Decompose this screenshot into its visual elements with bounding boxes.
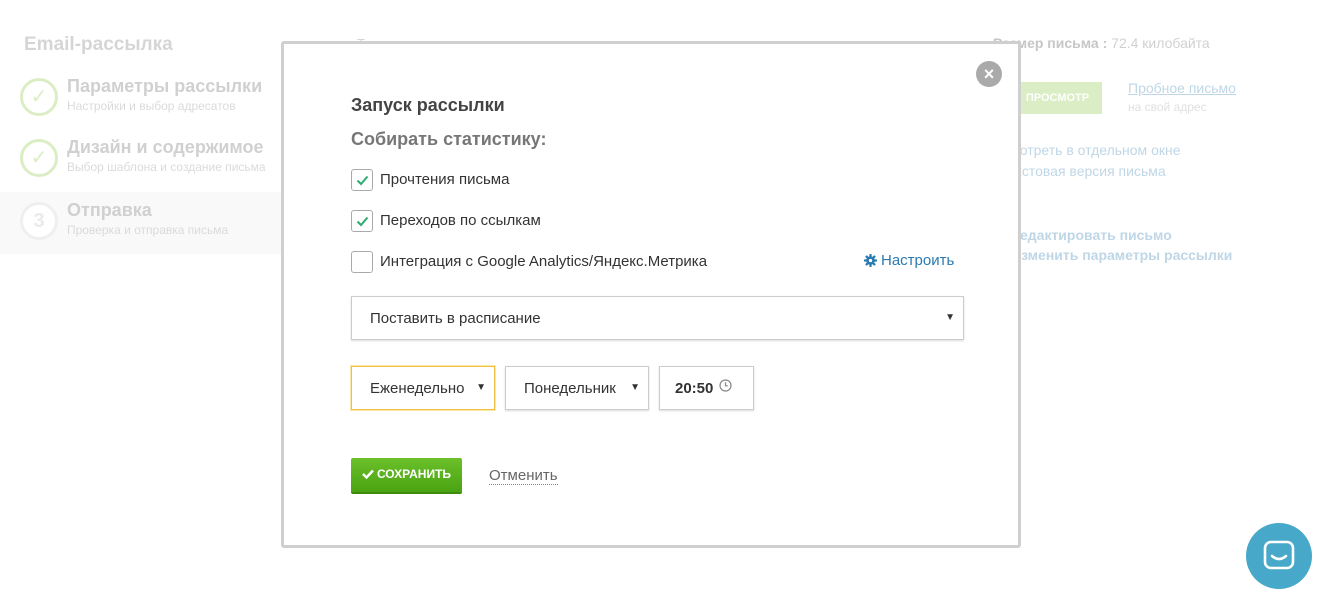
letter-size-value: 72.4 килобайта <box>1111 35 1210 51</box>
page-title: Email-рассылка <box>24 34 173 55</box>
save-button-label: СОХРАНИТЬ <box>376 467 452 481</box>
day-select[interactable]: Понедельник ▼ <box>505 366 649 410</box>
schedule-select[interactable]: Поставить в расписание ▼ <box>351 296 964 340</box>
letter-size: Размер письма : 72.4 килобайта <box>993 35 1210 51</box>
check-icon <box>362 469 374 479</box>
clicks-label: Переходов по ссылкам <box>380 212 541 229</box>
chat-icon <box>1263 540 1295 570</box>
dialog-title: Запуск рассылки <box>351 95 505 115</box>
view-window-link[interactable]: Смотреть в отдельном окне <box>1000 142 1181 158</box>
preview-button[interactable]: ПРОСМОТР <box>1013 82 1102 114</box>
step-send[interactable]: 3 Отправка Проверка и отправка письма <box>0 192 282 254</box>
chat-widget-button[interactable] <box>1246 523 1312 589</box>
step-parameters[interactable]: ✓ Параметры рассылки Настройки и выбор а… <box>0 68 282 130</box>
test-email-sub: на свой адрес <box>1128 100 1207 114</box>
stats-label: Собирать статистику: <box>351 129 547 149</box>
dropdown-arrow-icon: ▼ <box>945 312 955 323</box>
clock-icon <box>719 379 732 392</box>
opens-label: Прочтения письма <box>380 171 510 188</box>
step-done-icon: ✓ <box>20 78 58 116</box>
step-title: Параметры рассылки <box>67 76 263 96</box>
step-subtitle: Выбор шаблона и создание письма <box>67 160 266 174</box>
step-title: Отправка <box>67 200 152 220</box>
edit-params-link[interactable]: Изменить параметры рассылки <box>1011 247 1232 263</box>
step-done-icon: ✓ <box>20 139 58 177</box>
setup-link-label: Настроить <box>881 252 955 269</box>
time-input[interactable]: 20:50 <box>659 366 754 410</box>
step-subtitle: Проверка и отправка письма <box>67 223 229 237</box>
check-icon <box>356 216 369 227</box>
test-email-link[interactable]: Пробное письмо <box>1128 80 1236 96</box>
step-title: Дизайн и содержимое <box>67 137 264 157</box>
launch-dialog: × Запуск рассылки Собирать статистику: П… <box>281 41 1021 548</box>
close-button[interactable]: × <box>976 61 1002 87</box>
schedule-select-value: Поставить в расписание <box>370 310 541 327</box>
analytics-checkbox[interactable] <box>351 251 373 273</box>
step-design[interactable]: ✓ Дизайн и содержимое Выбор шаблона и со… <box>0 129 282 191</box>
setup-link[interactable]: Настроить <box>864 252 954 269</box>
dropdown-arrow-icon: ▼ <box>630 382 640 393</box>
text-version-link[interactable]: Текстовая версия письма <box>1000 163 1166 179</box>
frequency-select[interactable]: Еженедельно ▼ <box>351 366 495 410</box>
frequency-select-value: Еженедельно <box>370 380 465 397</box>
gear-icon <box>864 254 877 267</box>
opens-checkbox[interactable] <box>351 169 373 191</box>
dropdown-arrow-icon: ▼ <box>476 382 486 393</box>
step-number: 3 <box>20 202 58 240</box>
save-button[interactable]: СОХРАНИТЬ <box>351 458 462 492</box>
step-subtitle: Настройки и выбор адресатов <box>67 99 236 113</box>
edit-letter-link[interactable]: Редактировать письмо <box>1011 227 1172 243</box>
clicks-checkbox[interactable] <box>351 210 373 232</box>
time-value: 20:50 <box>675 380 714 397</box>
day-select-value: Понедельник <box>524 380 616 397</box>
check-icon <box>356 175 369 186</box>
cancel-link[interactable]: Отменить <box>489 467 558 485</box>
analytics-label: Интеграция с Google Analytics/Яндекс.Мет… <box>380 253 708 270</box>
